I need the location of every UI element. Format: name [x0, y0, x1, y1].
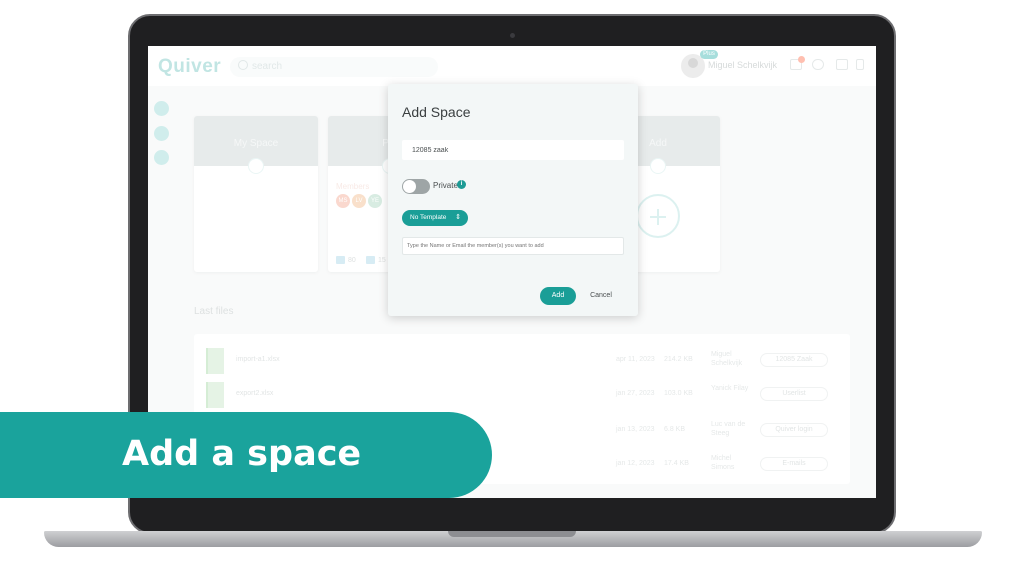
- space-name-input[interactable]: [402, 140, 624, 160]
- template-select-label: No Template: [410, 214, 447, 221]
- caption-text: Add a space: [122, 434, 362, 474]
- info-icon[interactable]: i: [457, 180, 466, 189]
- laptop-notch: [448, 531, 576, 537]
- stage: Quiver search Plus Miguel Schelkvijk My …: [0, 0, 1024, 576]
- dialog-title: Add Space: [402, 104, 471, 120]
- private-toggle[interactable]: [402, 179, 430, 194]
- toggle-knob: [403, 180, 416, 193]
- private-label: Private: [433, 181, 458, 190]
- template-select[interactable]: No Template ⇕: [402, 210, 468, 226]
- cancel-button[interactable]: Cancel: [584, 287, 618, 305]
- member-search-input[interactable]: [402, 237, 624, 255]
- add-button[interactable]: Add: [540, 287, 576, 305]
- chevron-up-down-icon: ⇕: [455, 214, 461, 221]
- caption-banner: Add a space: [0, 412, 492, 498]
- add-space-dialog: Add Space Private i No Template ⇕ Add Ca…: [388, 84, 638, 316]
- camera-icon: [510, 33, 515, 38]
